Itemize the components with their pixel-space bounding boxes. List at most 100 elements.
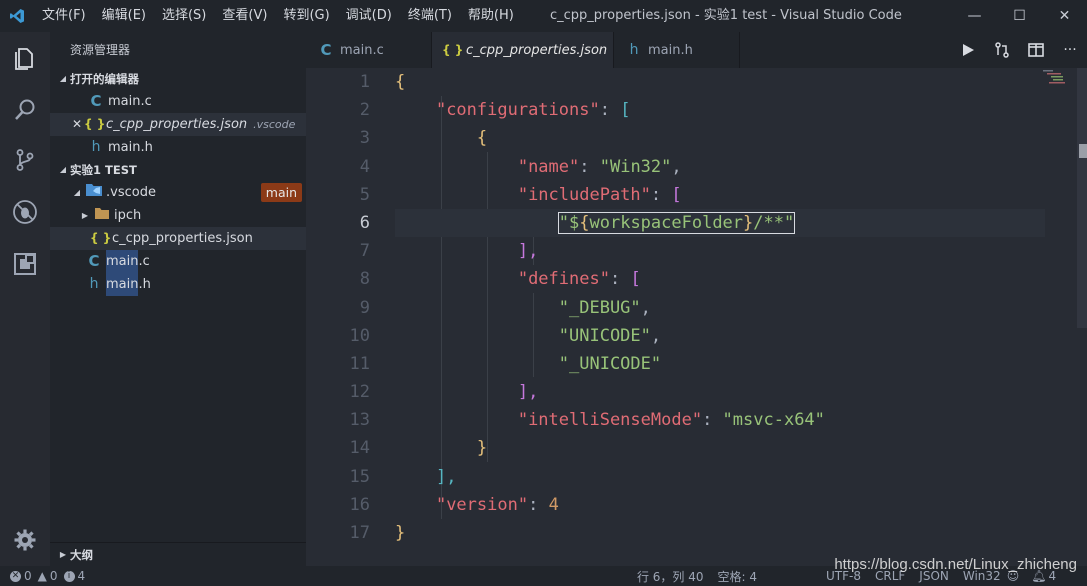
close-editor-icon[interactable]: ✕ bbox=[70, 113, 84, 136]
minimap[interactable] bbox=[1041, 68, 1071, 98]
run-icon[interactable] bbox=[951, 32, 985, 68]
code-line-current: "${workspaceFolder}/**" bbox=[395, 208, 1045, 238]
file-main-c[interactable]: C main .c bbox=[50, 250, 306, 273]
folder-label: .vscode bbox=[106, 185, 156, 200]
open-changes-icon[interactable] bbox=[985, 32, 1019, 68]
vscode-logo-icon bbox=[0, 0, 34, 32]
debug-icon[interactable] bbox=[0, 190, 50, 234]
line-number: 16 bbox=[349, 494, 370, 515]
h-file-icon: h bbox=[91, 139, 101, 155]
line-number: 17 bbox=[349, 523, 370, 543]
file-label-highlight: main bbox=[106, 273, 139, 296]
json-file-icon: { } bbox=[442, 43, 464, 57]
file-label-ext: .h bbox=[138, 277, 151, 292]
selection-highlight: "${workspaceFolder}/**" bbox=[557, 211, 796, 234]
indentation[interactable]: 空格: 4 bbox=[718, 568, 758, 585]
title-bar: 文件(F) 编辑(E) 选择(S) 查看(V) 转到(G) 调试(D) 终端(T… bbox=[0, 0, 1087, 32]
file-label-ext: .c bbox=[138, 254, 150, 269]
code-line: "includePath": [ bbox=[517, 184, 682, 205]
error-icon: ✕ bbox=[10, 570, 21, 582]
search-icon[interactable] bbox=[0, 88, 50, 132]
menu-file[interactable]: 文件(F) bbox=[34, 0, 94, 32]
open-editor-c-cpp-properties[interactable]: ✕ { } c_cpp_properties.json .vscode bbox=[50, 113, 306, 136]
outline-section[interactable]: ▶ 大纲 bbox=[50, 542, 306, 566]
code-line: ], bbox=[517, 241, 539, 262]
editor-tab-bar: C main.c { } c_cpp_properties.json ✕ h m… bbox=[306, 32, 1087, 68]
line-number: 11 bbox=[349, 353, 370, 374]
maximize-button[interactable]: ☐ bbox=[997, 0, 1042, 32]
menu-bar: 文件(F) 编辑(E) 选择(S) 查看(V) 转到(G) 调试(D) 终端(T… bbox=[34, 0, 522, 32]
tab-main-h[interactable]: h main.h bbox=[614, 32, 740, 68]
folder-vscode[interactable]: ◢ .vscode main bbox=[50, 181, 306, 204]
settings-gear-icon[interactable] bbox=[0, 518, 50, 562]
menu-edit[interactable]: 编辑(E) bbox=[94, 0, 154, 32]
line-number: 10 bbox=[349, 325, 370, 346]
menu-go[interactable]: 转到(G) bbox=[275, 0, 337, 32]
line-number: 7 bbox=[359, 241, 370, 262]
code-line: } bbox=[395, 523, 406, 543]
open-editor-main-h[interactable]: h main.h bbox=[50, 136, 306, 159]
tab-main-c[interactable]: C main.c bbox=[306, 32, 432, 68]
open-editor-label: c_cpp_properties.json bbox=[106, 117, 248, 132]
source-control-icon[interactable] bbox=[0, 138, 50, 182]
menu-view[interactable]: 查看(V) bbox=[214, 0, 275, 32]
line-number: 8 bbox=[359, 269, 370, 290]
folder-ipch[interactable]: ▶ ipch bbox=[50, 204, 306, 227]
line-number: 9 bbox=[359, 297, 370, 318]
open-editor-main-c[interactable]: C main.c bbox=[50, 90, 306, 113]
file-main-h[interactable]: h main .h bbox=[50, 273, 306, 296]
h-file-icon: h bbox=[89, 276, 99, 292]
error-count: 0 bbox=[24, 569, 32, 583]
chevron-down-icon: ◢ bbox=[59, 165, 67, 174]
git-branch-badge: main bbox=[260, 183, 302, 202]
line-number-gutter: 1 2 3 4 5 6 7 8 9 10 11 12 13 14 15 16 1… bbox=[306, 68, 376, 547]
warning-icon: ▲ bbox=[37, 569, 47, 583]
file-c-cpp-properties[interactable]: { } c_cpp_properties.json bbox=[50, 227, 306, 250]
workspace-section[interactable]: ◢ 实验1 TEST bbox=[50, 159, 306, 181]
line-number: 2 bbox=[359, 100, 370, 121]
json-file-icon: { } bbox=[90, 231, 112, 245]
code-line: "UNICODE", bbox=[558, 325, 662, 346]
code-line: } bbox=[476, 438, 488, 459]
code-line: ], bbox=[517, 382, 539, 403]
code-line: "_UNICODE" bbox=[558, 353, 662, 374]
extensions-icon[interactable] bbox=[0, 242, 50, 286]
code-line: "configurations": [ bbox=[435, 100, 631, 121]
problems-indicator[interactable]: ✕ 0 ▲ 0 i 4 bbox=[10, 569, 85, 583]
warning-count: 0 bbox=[49, 569, 58, 583]
open-editors-section[interactable]: ◢ 打开的编辑器 bbox=[50, 68, 306, 90]
vscode-folder-icon bbox=[84, 181, 104, 204]
menu-help[interactable]: 帮助(H) bbox=[460, 0, 522, 32]
code-line: "intelliSenseMode": "msvc-x64" bbox=[517, 410, 825, 431]
editor-scrollbar[interactable] bbox=[1077, 68, 1087, 328]
menu-terminal[interactable]: 终端(T) bbox=[400, 0, 460, 32]
code-editor[interactable]: 1 2 3 4 5 6 7 8 9 10 11 12 13 14 15 16 1… bbox=[306, 68, 1087, 566]
line-number: 14 bbox=[349, 438, 370, 459]
menu-selection[interactable]: 选择(S) bbox=[154, 0, 214, 32]
cursor-position[interactable]: 行 6，列 40 bbox=[637, 568, 704, 585]
open-editors-title: 打开的编辑器 bbox=[70, 72, 139, 86]
window-title: c_cpp_properties.json - 实验1 test - Visua… bbox=[550, 8, 902, 23]
workspace-title: 实验1 TEST bbox=[70, 163, 137, 177]
code-lines[interactable]: { "configurations": [ { "name": "Win32",… bbox=[395, 68, 1045, 547]
close-button[interactable]: ✕ bbox=[1042, 0, 1087, 32]
open-editor-folder-hint: .vscode bbox=[253, 118, 296, 131]
code-line: "_DEBUG", bbox=[558, 297, 651, 318]
menu-debug[interactable]: 调试(D) bbox=[338, 0, 400, 32]
split-editor-icon[interactable] bbox=[1019, 32, 1053, 68]
line-number: 1 bbox=[359, 72, 370, 92]
json-file-icon: { } bbox=[84, 117, 106, 131]
info-icon: i bbox=[63, 570, 75, 582]
line-number: 3 bbox=[359, 128, 370, 149]
more-actions-icon[interactable]: ··· bbox=[1053, 32, 1087, 68]
info-count: 4 bbox=[77, 569, 86, 583]
explorer-icon[interactable] bbox=[0, 36, 50, 80]
line-number: 13 bbox=[349, 410, 370, 431]
tab-c-cpp-properties[interactable]: { } c_cpp_properties.json ✕ bbox=[432, 32, 626, 68]
c-file-icon: C bbox=[90, 92, 102, 110]
minimize-button[interactable]: — bbox=[952, 0, 997, 32]
code-line: { bbox=[395, 72, 406, 92]
tab-label: c_cpp_properties.json bbox=[466, 42, 608, 58]
folder-label: ipch bbox=[114, 208, 142, 223]
c-file-icon: C bbox=[320, 41, 332, 59]
